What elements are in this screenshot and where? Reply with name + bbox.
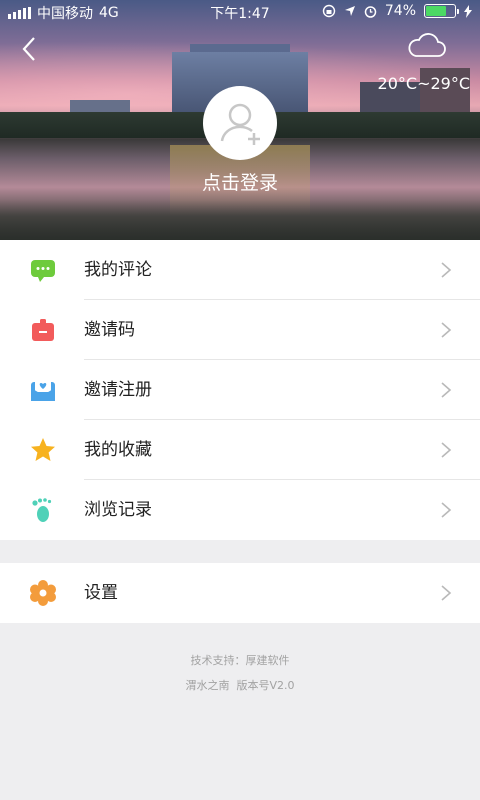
profile-header: 中国移动 4G 下午1:47 74% 20°C~29°C 点击登录: [0, 0, 480, 240]
status-bar: 中国移动 4G 下午1:47 74%: [0, 0, 480, 24]
star-icon: [31, 438, 55, 461]
version-text: 渭水之南 版本号V2.0: [185, 679, 295, 692]
add-user-icon: [220, 103, 260, 145]
battery-fill: [426, 6, 446, 16]
temperature-range: 20°C~29°C: [377, 74, 470, 93]
comment-icon: [31, 260, 55, 282]
footprint-icon: [32, 498, 52, 522]
menu-item-invite-register[interactable]: 邀请注册: [0, 360, 480, 420]
menu-item-history[interactable]: 浏览记录: [0, 480, 480, 540]
menu-item-favorites[interactable]: 我的收藏: [0, 420, 480, 480]
menu-item-my-comments[interactable]: 我的评论: [0, 240, 480, 300]
location-icon: [344, 6, 355, 16]
cloud-icon: [408, 33, 446, 57]
menu-item-label: 我的评论: [84, 260, 152, 280]
back-arrow-icon[interactable]: [18, 34, 42, 64]
reeds: [0, 200, 480, 240]
login-button[interactable]: 点击登录: [0, 168, 480, 195]
chevron-right-icon: [441, 262, 452, 278]
settings-section: 设置: [0, 563, 480, 623]
menu-item-invite-code[interactable]: 邀请码: [0, 300, 480, 360]
settings-label: 设置: [84, 583, 118, 603]
menu-item-label: 我的收藏: [84, 440, 152, 460]
alarm-icon: [364, 5, 377, 18]
envelope-heart-icon: [31, 379, 55, 401]
chevron-right-icon: [441, 382, 452, 398]
gear-icon: [30, 580, 56, 606]
battery-icon: [424, 4, 459, 18]
lock-rotation-icon: [322, 4, 336, 18]
charging-icon: [464, 4, 472, 18]
chevron-right-icon: [441, 502, 452, 518]
menu-item-settings[interactable]: 设置: [0, 563, 480, 623]
badge-icon: [32, 319, 54, 341]
battery-percent: 74%: [384, 3, 416, 19]
menu-item-label: 邀请注册: [84, 380, 152, 400]
menu-item-label: 浏览记录: [84, 500, 152, 520]
avatar[interactable]: [203, 86, 277, 160]
chevron-right-icon: [441, 585, 452, 601]
chevron-right-icon: [441, 322, 452, 338]
menu-item-label: 邀请码: [84, 320, 135, 340]
menu-list: 我的评论 邀请码 邀请注册 我的收藏 浏览记录: [0, 240, 480, 540]
tech-support-text: 技术支持：厚建软件: [190, 654, 290, 667]
chevron-right-icon: [441, 442, 452, 458]
